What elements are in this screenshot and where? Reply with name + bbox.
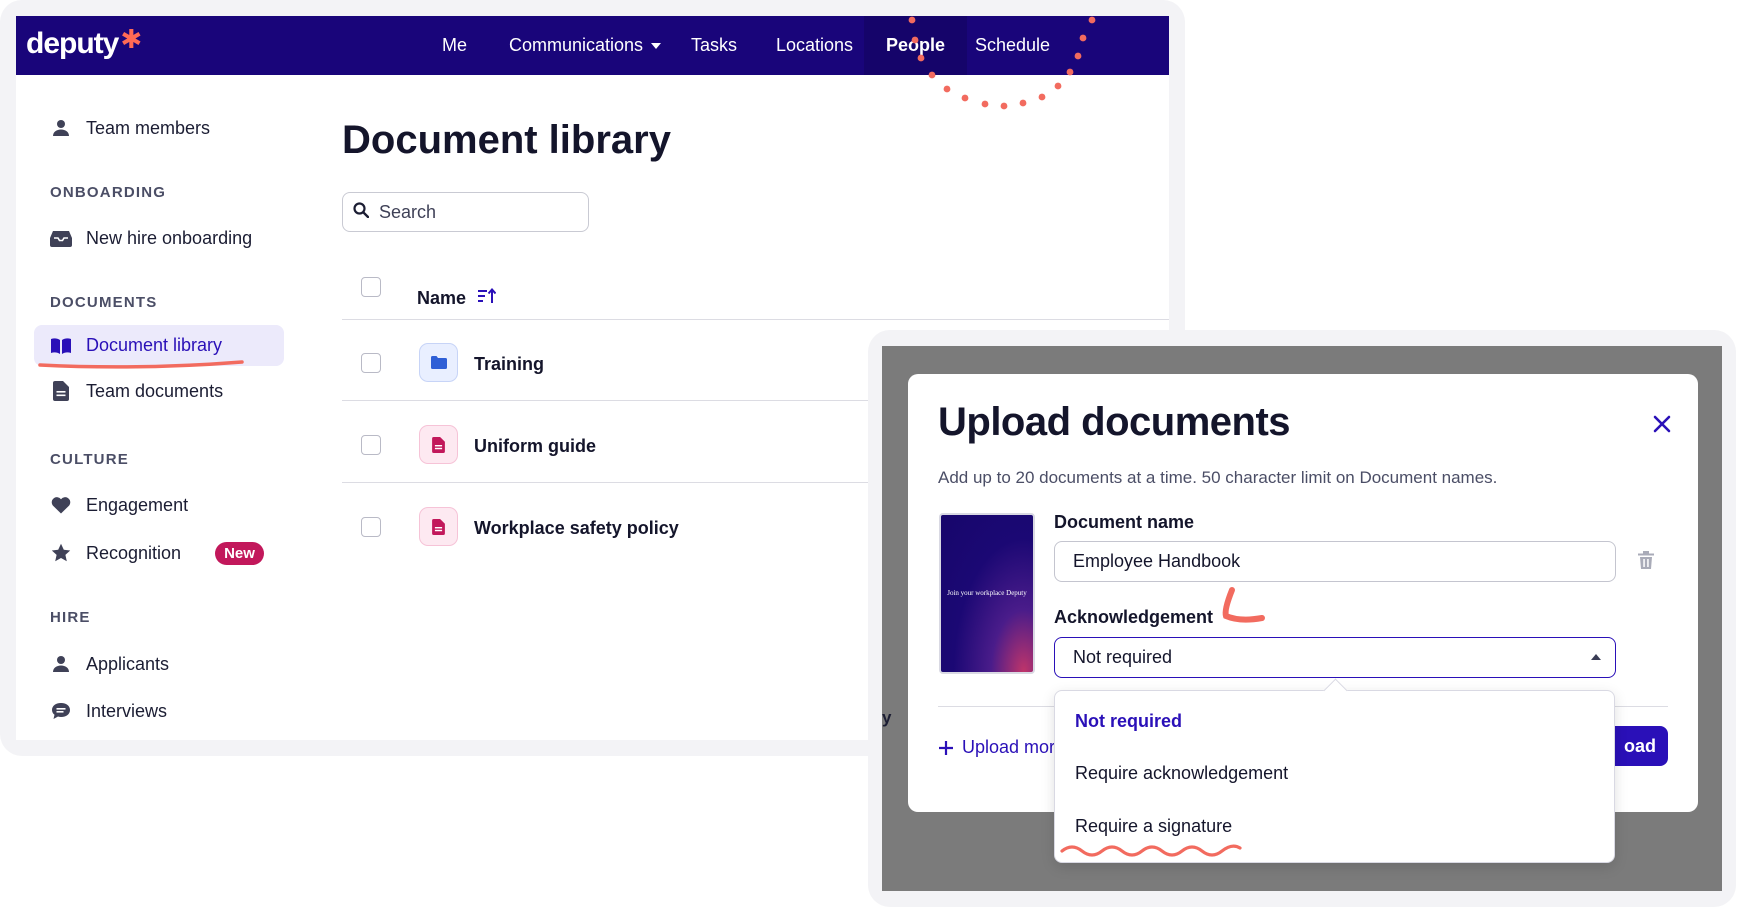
option-require-acknowledgement[interactable]: Require acknowledgement <box>1075 763 1288 784</box>
delete-button[interactable] <box>1638 551 1658 573</box>
sidebar-item-label: New hire onboarding <box>86 227 253 248</box>
background-text-fragment: y <box>882 708 892 727</box>
nav-people[interactable]: People <box>864 16 968 75</box>
row-checkbox[interactable] <box>361 353 381 373</box>
select-all-checkbox[interactable] <box>361 277 381 297</box>
table-divider <box>342 319 1169 320</box>
document-icon <box>50 380 72 402</box>
chevron-up-icon <box>1591 654 1601 660</box>
document-name-input[interactable] <box>1054 541 1616 582</box>
chat-icon <box>50 700 72 722</box>
sidebar-item-label: Interviews <box>86 700 168 721</box>
document-name-label: Document name <box>1054 512 1195 532</box>
search-icon <box>353 201 370 223</box>
nav-me[interactable]: Me <box>442 16 467 75</box>
select-value: Not required <box>1073 647 1173 667</box>
logo-mark-icon: ✱ <box>120 24 142 54</box>
sidebar-item-applicants[interactable]: Applicants <box>34 644 169 684</box>
column-header-name[interactable]: Name <box>417 287 497 309</box>
new-badge: New <box>215 541 264 565</box>
sidebar-item-team-members[interactable]: Team members <box>34 108 210 148</box>
nav-schedule[interactable]: Schedule <box>975 16 1050 75</box>
nav-tasks[interactable]: Tasks <box>691 16 737 75</box>
acknowledgement-label: Acknowledgement <box>1054 607 1214 627</box>
upload-more-label: Upload mor <box>962 737 1056 757</box>
person-icon <box>50 653 72 675</box>
column-header-label: Name <box>417 288 467 308</box>
row-checkbox[interactable] <box>361 517 381 537</box>
sidebar-section-onboarding: ONBOARDING <box>50 184 167 201</box>
sidebar-item-label: Team members <box>86 117 211 138</box>
row-checkbox[interactable] <box>361 435 381 455</box>
nav-communications[interactable]: Communications <box>509 16 662 75</box>
table-row-label[interactable]: Uniform guide <box>474 436 596 457</box>
sidebar-section-documents: DOCUMENTS <box>50 294 158 311</box>
sidebar-item-engagement[interactable]: Engagement <box>34 485 188 525</box>
sidebar-item-recognition[interactable]: Recognition New <box>34 533 264 573</box>
option-require-signature[interactable]: Require a signature <box>1075 816 1232 837</box>
sidebar-item-label: Document library <box>86 335 223 355</box>
sidebar-item-new-hire-onboarding[interactable]: New hire onboarding <box>34 218 252 258</box>
folder-icon <box>419 343 458 382</box>
heart-icon <box>50 494 72 516</box>
document-icon <box>419 507 458 546</box>
option-not-required[interactable]: Not required <box>1075 711 1182 732</box>
dialog-instructions: Add up to 20 documents at a time. 50 cha… <box>938 468 1498 487</box>
dialog-title: Upload documents <box>938 400 1291 444</box>
close-icon <box>1653 415 1671 433</box>
nav-locations[interactable]: Locations <box>776 16 853 75</box>
acknowledgement-dropdown-menu: Not required Require acknowledgement Req… <box>1054 690 1615 863</box>
sidebar-section-hire: HIRE <box>50 609 91 626</box>
sidebar-item-label: Recognition <box>86 542 182 563</box>
thumbnail-caption: Join your workplace Deputy <box>947 588 1027 597</box>
sidebar-section-culture: CULTURE <box>50 451 129 468</box>
trash-icon <box>1638 551 1654 569</box>
search-field[interactable] <box>342 192 589 232</box>
sidebar-item-label: Engagement <box>86 494 189 515</box>
close-button[interactable] <box>1648 410 1676 438</box>
acknowledgement-select[interactable]: Not required <box>1054 637 1616 678</box>
document-thumbnail: Join your workplace Deputy <box>939 513 1035 674</box>
sidebar-item-label: Applicants <box>86 653 170 674</box>
sidebar-item-team-documents[interactable]: Team documents <box>34 371 223 411</box>
sort-ascending-icon[interactable] <box>478 287 497 309</box>
top-navigation: deputy✱ Me Communications Tasks Location… <box>16 16 1169 75</box>
sidebar-item-interviews[interactable]: Interviews <box>34 691 167 731</box>
document-icon <box>419 425 458 464</box>
star-icon <box>50 542 72 564</box>
plus-icon <box>939 740 953 755</box>
table-row-label[interactable]: Training <box>474 354 544 375</box>
upload-more-button[interactable]: Upload mor <box>938 737 1055 758</box>
sidebar-item-label: Team documents <box>86 380 224 401</box>
person-icon <box>50 117 72 139</box>
page-title: Document library <box>342 118 671 162</box>
table-row-label[interactable]: Workplace safety policy <box>474 518 679 539</box>
chevron-down-icon <box>651 43 662 50</box>
book-icon <box>50 335 72 357</box>
sidebar-item-document-library[interactable]: Document library <box>34 325 284 366</box>
inbox-icon <box>50 227 72 249</box>
deputy-logo[interactable]: deputy✱ <box>26 24 142 61</box>
search-input[interactable] <box>379 201 569 223</box>
